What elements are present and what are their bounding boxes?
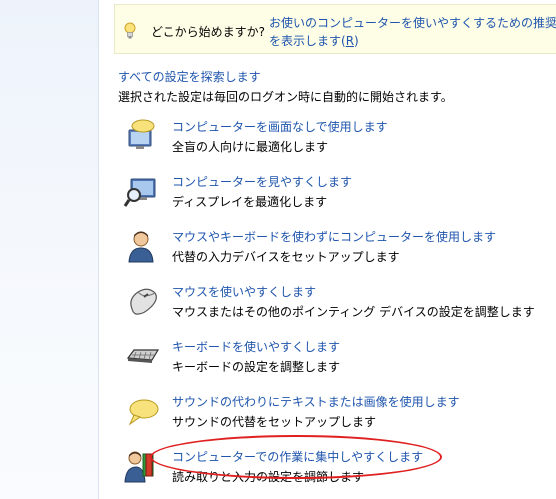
setting-title[interactable]: コンピューターでの作業に集中しやすくします	[172, 448, 423, 465]
user-icon	[128, 231, 154, 263]
setting-description: ディスプレイを最適化します	[172, 195, 328, 209]
lightbulb-icon	[124, 22, 136, 39]
recommendation-tip-bar: どこから始めますか? お使いのコンピューターを使いやすくするための推奨 を表示し…	[114, 4, 556, 54]
explore-description: 選択された設定は毎回のログオン時に自動的に開始されます。	[118, 90, 453, 104]
setting-title[interactable]: マウスを使いやすくします	[172, 283, 316, 300]
setting-title[interactable]: キーボードを使いやすくします	[172, 338, 340, 355]
mouse-icon	[130, 288, 157, 315]
setting-title[interactable]: コンピューターを見やすくします	[172, 173, 352, 190]
setting-title[interactable]: コンピューターを画面なしで使用します	[172, 118, 388, 135]
setting-item-mouse[interactable]: マウスを使いやすくします マウスまたはその他のポインティング デバイスの設定を調…	[124, 283, 554, 333]
magnifier-monitor-icon	[124, 178, 156, 207]
setting-item-alternative-input[interactable]: マウスやキーボードを使わずにコンピューターを使用します 代替の入力デバイスをセッ…	[124, 228, 554, 278]
recommendation-link-line2-end: )	[354, 34, 359, 48]
keyboard-icon	[126, 349, 160, 363]
setting-title[interactable]: マウスやキーボードを使わずにコンピューターを使用します	[172, 228, 496, 245]
recommendation-link-line2: を表示します(	[269, 34, 346, 48]
speech-bubble-icon	[128, 399, 159, 426]
recommendation-link-continued[interactable]: を表示します(R)	[269, 32, 359, 49]
speech-monitor-icon	[128, 119, 155, 149]
explore-all-settings-link[interactable]: すべての設定を探索します	[118, 68, 261, 85]
recommendation-link[interactable]: お使いのコンピューターを使いやすくするための推奨	[269, 14, 556, 31]
setting-item-focus[interactable]: コンピューターでの作業に集中しやすくします 読み取りと入力の設定を調節します	[124, 448, 554, 498]
accelerator-key: R	[345, 34, 355, 48]
setting-description: 読み取りと入力の設定を調節します	[172, 470, 365, 484]
setting-item-no-display[interactable]: コンピューターを画面なしで使用します 全盲の人向けに最適化します	[124, 118, 554, 168]
setting-item-keyboard[interactable]: キーボードを使いやすくします キーボードの設定を調整します	[124, 338, 554, 388]
setting-description: マウスまたはその他のポインティング デバイスの設定を調整します	[172, 305, 535, 319]
setting-item-sound-alternatives[interactable]: サウンドの代わりにテキストまたは画像を使用します サウンドの代替をセットアップし…	[124, 393, 554, 443]
user-book-icon	[124, 451, 154, 483]
setting-description: キーボードの設定を調整します	[172, 360, 341, 374]
setting-description: サウンドの代替をセットアップします	[172, 415, 377, 429]
setting-item-visibility[interactable]: コンピューターを見やすくします ディスプレイを最適化します	[124, 173, 554, 223]
setting-description: 代替の入力デバイスをセットアップします	[172, 250, 400, 264]
setting-description: 全盲の人向けに最適化します	[172, 140, 329, 154]
setting-title[interactable]: サウンドの代わりにテキストまたは画像を使用します	[172, 393, 460, 410]
tip-prompt: どこから始めますか?	[151, 25, 266, 39]
left-navigation-pane	[0, 0, 99, 499]
